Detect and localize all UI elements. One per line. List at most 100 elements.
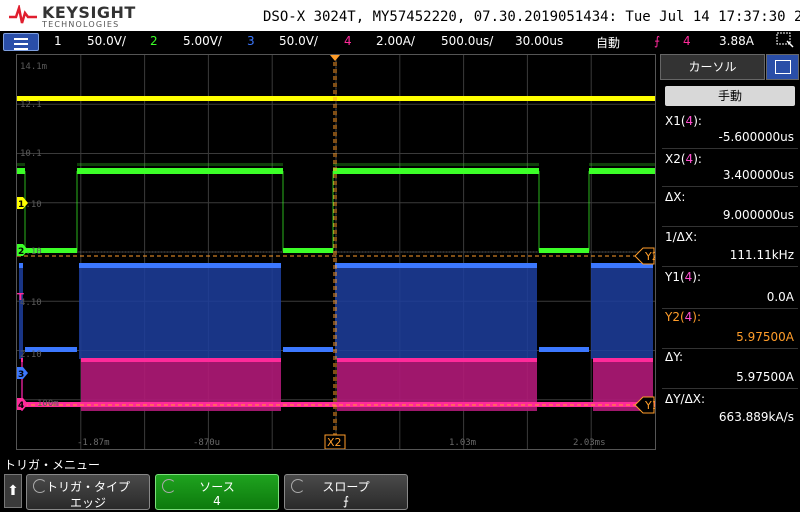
ch1-scale[interactable]: 50.0V/ [87, 34, 126, 48]
delta-y-value: 5.97500A [736, 370, 794, 384]
softkey-menu-title: トリガ・メニュー [4, 458, 101, 472]
ch4-top [81, 358, 281, 362]
ch3-ground-marker-text: 3 [18, 370, 24, 380]
ch3-number[interactable]: 3 [247, 34, 255, 48]
cursor-y2-tag-text: Y2 [644, 250, 655, 263]
trigger-level-marker: T [17, 292, 24, 303]
divider [662, 186, 798, 187]
faint-label: 10.1 [20, 149, 42, 159]
slope-softkey[interactable]: スロープ ⨍ [284, 474, 408, 510]
brand-subtitle: TECHNOLOGIES [42, 20, 120, 29]
ch1-number[interactable]: 1 [54, 34, 62, 48]
delta-x-value: 9.000000us [722, 208, 794, 222]
ch2-noise [77, 163, 283, 166]
model-info: DSO-X 3024T, MY57452220, 07.30.201905143… [263, 9, 800, 25]
ch3-top [335, 263, 537, 268]
time-axis-label: 2.03ms [573, 438, 606, 448]
y1-value: 0.0A [766, 290, 794, 304]
dy-dx-label: ΔY/ΔX: [665, 392, 706, 406]
trigger-type-title: トリガ・タイプ [45, 480, 130, 494]
trigger-source[interactable]: 4 [683, 34, 691, 48]
x2-value: 3.400000us [722, 168, 794, 182]
dy-dx-value: 663.889kA/s [718, 410, 794, 424]
ch3-top [19, 263, 23, 268]
time-axis-label: -870u [193, 438, 220, 448]
ch2-noise [17, 163, 25, 166]
source-softkey[interactable]: ソース 4 [155, 474, 279, 510]
inv-delta-x-value: 111.11kHz [729, 248, 794, 262]
ch3-band [335, 263, 537, 359]
main-menu-button[interactable] [3, 33, 39, 51]
delta-x-label: ΔX: [665, 190, 686, 204]
tab-cursors[interactable]: カーソル [660, 54, 765, 80]
ch3-band [19, 263, 23, 359]
time-axis-label: -1.87m [77, 438, 110, 448]
ch3-low [283, 347, 333, 352]
ch3-top [79, 263, 281, 268]
cursor-panel: カーソル 手動 X1(4): -5.600000us X2(4): 3.4000… [660, 54, 800, 450]
keysight-logo: KEYSIGHT TECHNOLOGIES [8, 3, 135, 29]
delay[interactable]: 30.00us [515, 34, 563, 48]
up-arrow-icon[interactable]: ⬆ [4, 474, 22, 508]
cursor-x2-text: X2 [327, 436, 342, 449]
status-bar: 1 50.0V/ 2 5.00V/ 3 50.0V/ 4 2.00A/ 500.… [0, 31, 800, 51]
faint-label: 14.1m [20, 62, 47, 72]
ch1-ground-marker-text: 1 [18, 200, 24, 210]
trigger-position-icon [330, 55, 340, 61]
ch2-ground-marker-text: 2 [18, 247, 24, 257]
top-bar: KEYSIGHT TECHNOLOGIES DSO-X 3024T, MY574… [0, 0, 800, 31]
ch2-high-segment [333, 168, 539, 174]
ch2-noise [589, 163, 655, 166]
ch2-high-segment [589, 168, 655, 174]
ch4-number[interactable]: 4 [344, 34, 352, 48]
screen-capture-icon[interactable] [776, 32, 794, 51]
divider [662, 226, 798, 227]
trigger-edge-icon: ⨍ [654, 34, 661, 48]
slope-title: スロープ [322, 480, 370, 494]
ch2-low-segment [539, 248, 589, 253]
ch4-scale[interactable]: 2.00A/ [376, 34, 415, 48]
divider [662, 388, 798, 389]
y2-label: Y2(4): [665, 310, 702, 324]
source-value: 4 [213, 494, 221, 508]
faint-label: 100m [37, 399, 59, 409]
ch3-band [79, 263, 281, 359]
divider [662, 148, 798, 149]
keysight-wave-icon [9, 5, 37, 24]
waveform-canvas: Y2Y1X2 14.1m12.110.18.106.104.102.10100m… [17, 55, 655, 449]
ch2-number[interactable]: 2 [150, 34, 158, 48]
trigger-mode[interactable]: 自動 [596, 34, 620, 51]
ch3-scale[interactable]: 50.0V/ [279, 34, 318, 48]
ch3-low [539, 347, 589, 352]
delta-y-label: ΔY: [665, 350, 683, 364]
x2-label: X2(4): [665, 152, 702, 166]
faint-label: 12.1 [20, 100, 42, 110]
ch2-noise [333, 163, 539, 166]
ch4-ground-marker-text: 4 [18, 401, 24, 411]
source-title: ソース [199, 480, 235, 494]
cursor-mode-button[interactable]: 手動 [665, 86, 795, 106]
y1-label: Y1(4): [665, 270, 702, 284]
inv-delta-x-label: 1/ΔX: [665, 230, 698, 244]
softkey-bar: ⬆ トリガ・タイプ エッジ ソース 4 スロープ ⨍ [0, 472, 800, 512]
cursor-y2-tag: Y2 [634, 247, 655, 265]
faint-label: 2.10 [20, 350, 42, 360]
trigger-level[interactable]: 3.88A [719, 34, 754, 48]
x1-label: X1(4): [665, 114, 702, 128]
cursor-x2-tag: X2 [324, 434, 346, 449]
y2-value: 5.97500A [736, 330, 794, 344]
ch2-high-segment [77, 168, 283, 174]
divider [662, 266, 798, 267]
timebase[interactable]: 500.0us/ [441, 34, 493, 48]
cursor-y1-tag-text: Y1 [644, 399, 655, 412]
list-icon [775, 60, 791, 74]
ch4-top [593, 358, 653, 362]
waveform-display[interactable]: Y2Y1X2 14.1m12.110.18.106.104.102.10100m… [16, 54, 656, 450]
x1-value: -5.600000us [718, 130, 794, 144]
ch3-band [591, 263, 653, 359]
ch2-scale[interactable]: 5.00V/ [183, 34, 222, 48]
ch3-ground-marker: 3 [17, 367, 28, 380]
trigger-type-softkey[interactable]: トリガ・タイプ エッジ [26, 474, 150, 510]
ch2-high-segment [17, 168, 25, 174]
tab-panel-toggle[interactable] [766, 54, 799, 80]
